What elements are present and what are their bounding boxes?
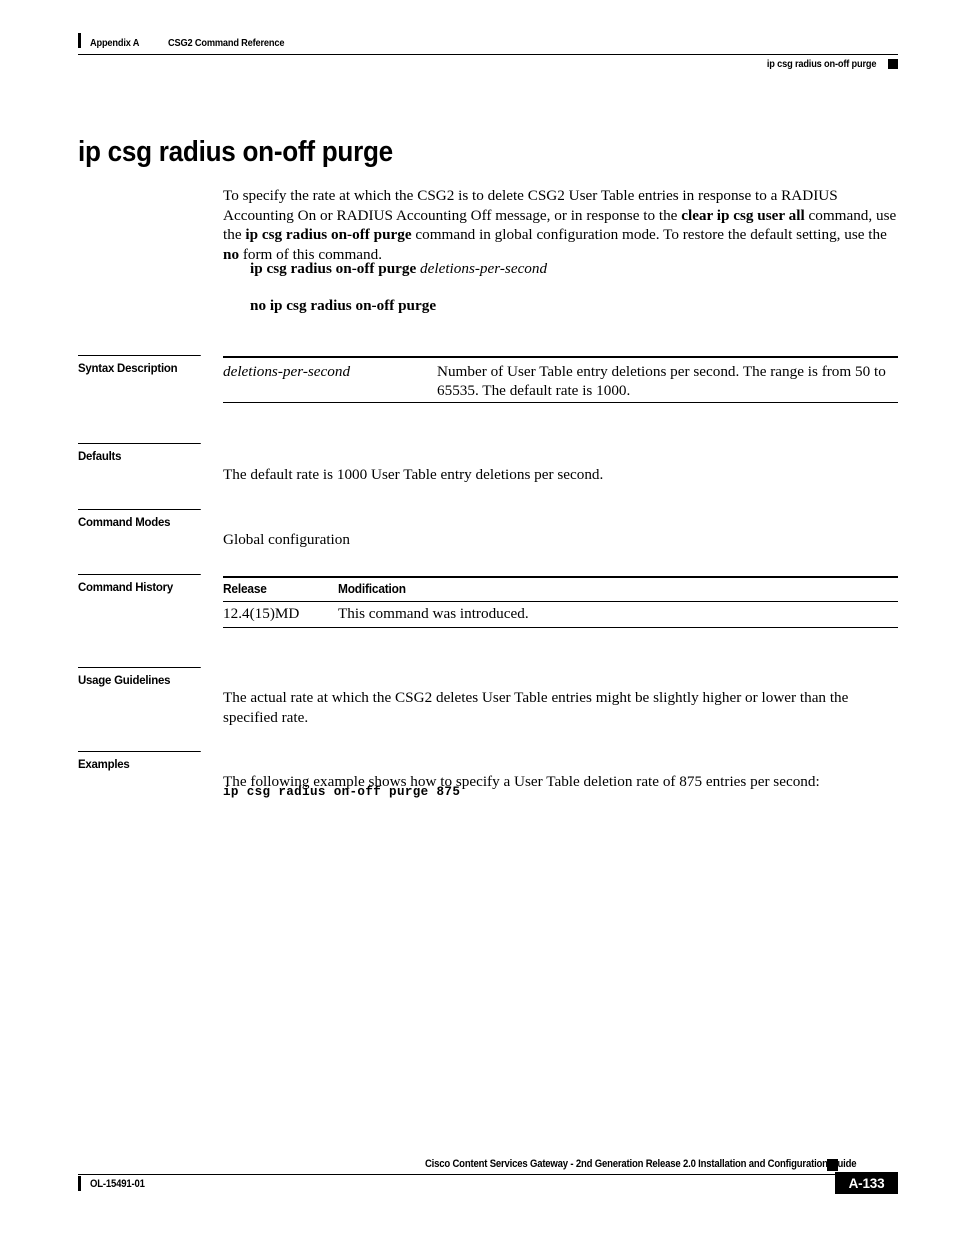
section-label-command-modes: Command Modes (78, 509, 201, 529)
section-label-examples: Examples (78, 751, 201, 771)
history-table-header-modification: Modification (338, 581, 406, 596)
syntax-command-line: ip csg radius on-off purge deletions-per… (250, 259, 547, 278)
footer-rule (78, 1174, 838, 1176)
intro-bold-no: no (223, 245, 240, 263)
section-label-command-history: Command History (78, 574, 201, 594)
footer-square-marker-icon (827, 1159, 838, 1171)
section-label-usage-guidelines: Usage Guidelines (78, 667, 201, 687)
history-table-modification-value: This command was introduced. (338, 605, 529, 622)
examples-code-block: ip csg radius on-off purge 875 (223, 785, 461, 799)
intro-bold-command: ip csg radius on-off purge (245, 226, 412, 244)
header-right-group: ip csg radius on-off purge (752, 58, 898, 70)
intro-paragraph: To specify the rate at which the CSG2 is… (223, 186, 898, 264)
usage-guidelines-text: The actual rate at which the CSG2 delete… (223, 689, 849, 726)
syntax-table-top-rule (223, 356, 898, 358)
syntax-command-argument: deletions-per-second (420, 260, 548, 277)
history-table-release-value: 12.4(15)MD (223, 605, 300, 622)
header-accent-bar-icon (78, 33, 81, 48)
syntax-table-description: Number of User Table entry deletions per… (437, 363, 886, 400)
header-chapter-title: CSG2 Command Reference (167, 37, 285, 49)
header-left-group: Appendix A CSG2 Command Reference (78, 31, 300, 49)
syntax-command-name: ip csg radius on-off purge (250, 260, 417, 277)
intro-part3: command in global configuration mode. To… (411, 226, 887, 244)
document-page: Appendix A CSG2 Command Reference ip csg… (0, 0, 954, 1235)
history-table-header-release: Release (223, 581, 267, 596)
footer-document-id: OL-15491-01 (90, 1177, 145, 1190)
footer-left-group: OL-15491-01 (78, 1176, 151, 1191)
history-table-bottom-rule (223, 627, 898, 628)
syntax-no-form: no ip csg radius on-off purge (250, 297, 437, 314)
syntax-table-bottom-rule (223, 402, 898, 403)
footer-accent-bar-icon (78, 1176, 81, 1191)
history-table-header-rule (223, 601, 898, 602)
header-rule (78, 54, 898, 56)
syntax-no-form-line: no ip csg radius on-off purge (250, 296, 436, 315)
section-label-defaults: Defaults (78, 443, 201, 463)
command-modes-text: Global configuration (223, 531, 350, 549)
header-square-marker-icon (888, 59, 898, 69)
header-running-command: ip csg radius on-off purge (766, 58, 877, 70)
syntax-table-term: deletions-per-second (223, 363, 351, 380)
footer-page-number: A-133 (835, 1172, 898, 1194)
history-table-top-rule (223, 576, 898, 578)
footer-document-title: Cisco Content Services Gateway - 2nd Gen… (424, 1158, 857, 1170)
header-appendix-label: Appendix A (90, 37, 140, 49)
defaults-text: The default rate is 1000 User Table entr… (223, 466, 604, 484)
page-title: ip csg radius on-off purge (78, 136, 393, 169)
page-header: Appendix A CSG2 Command Reference ip csg… (78, 31, 898, 70)
intro-bold-clear-command: clear ip csg user all (681, 206, 805, 224)
section-label-syntax-description: Syntax Description (78, 355, 201, 375)
